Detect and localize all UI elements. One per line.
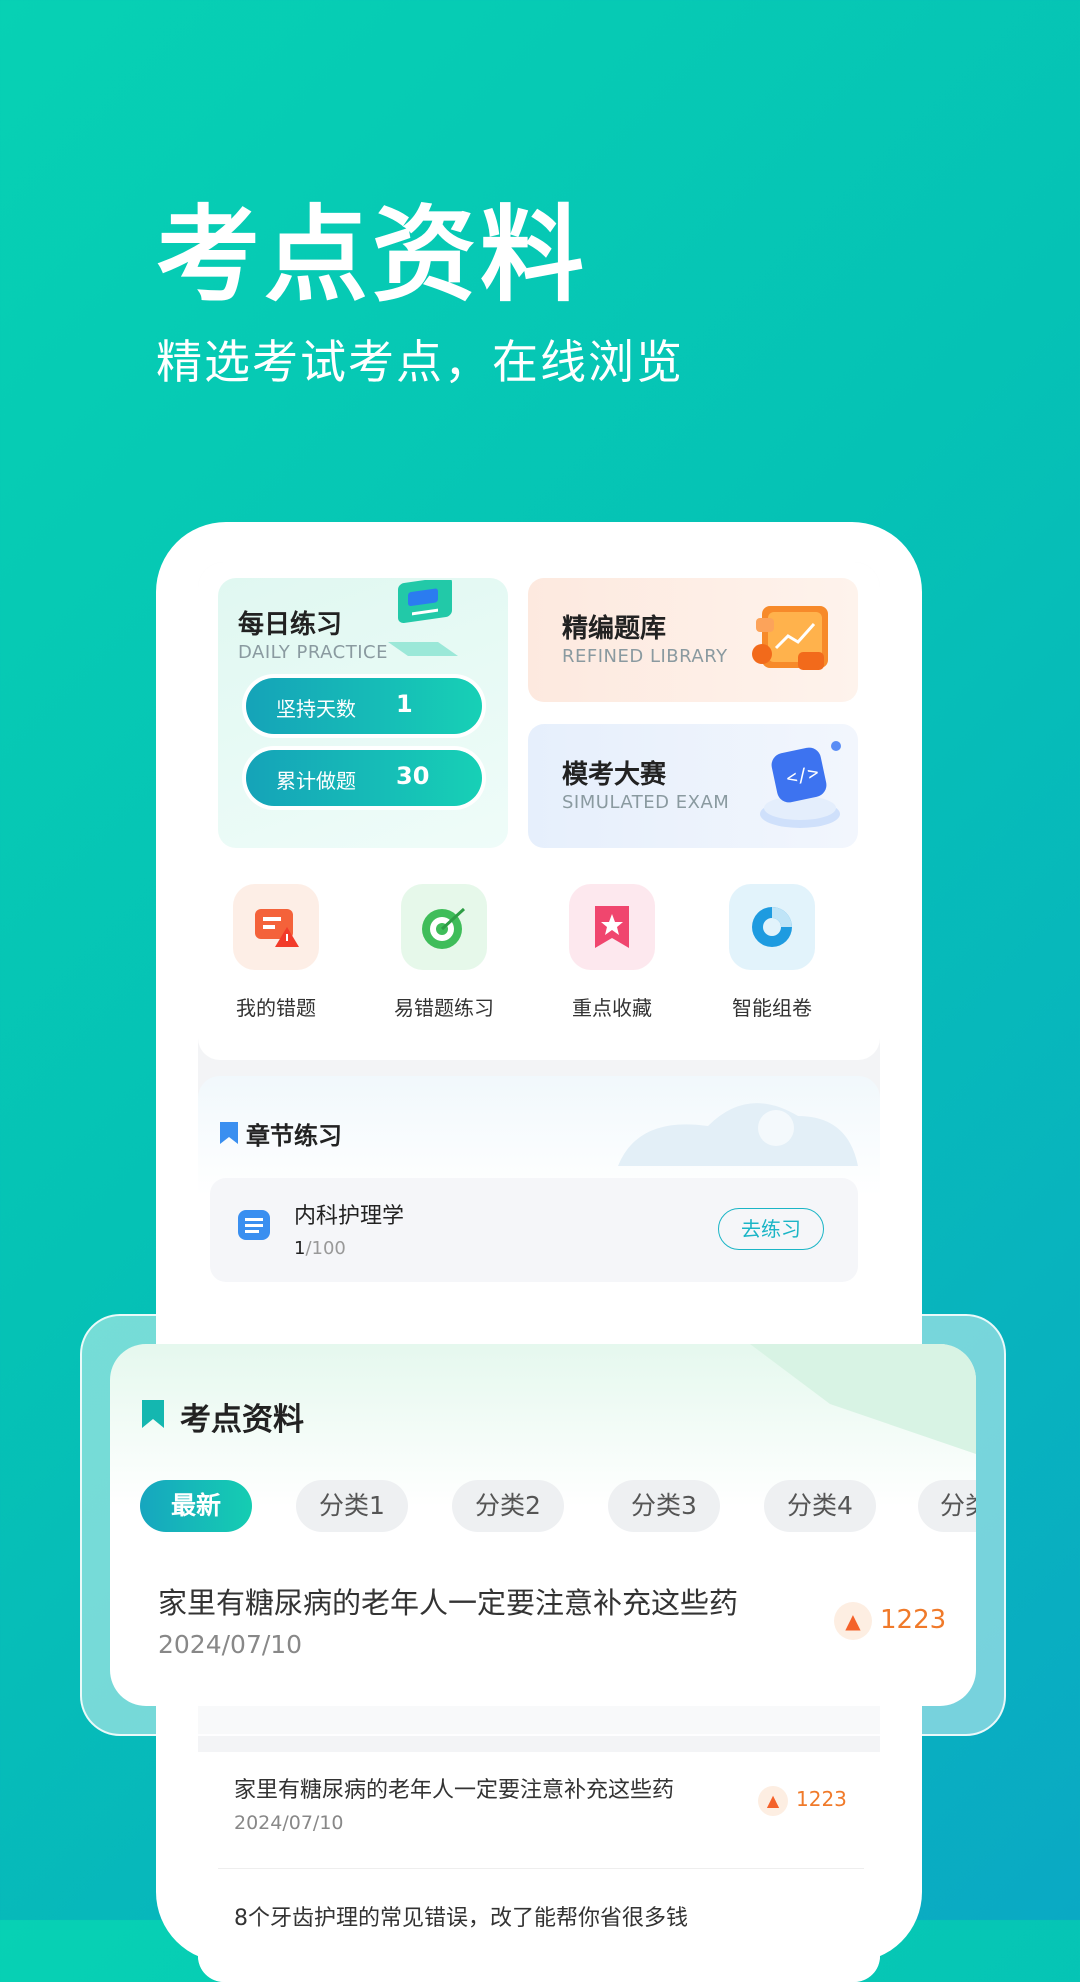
quick-error-prone-practice[interactable]: 易错题练习 [374, 884, 514, 1021]
fire-icon: ▲ [834, 1602, 872, 1640]
quick-key-favorites[interactable]: 重点收藏 [542, 884, 682, 1021]
code-cube-icon: </> [760, 741, 841, 828]
hero-title: 考点资料 [156, 194, 589, 316]
streak-days-value: 1 [396, 690, 413, 718]
cloud-decoration [618, 1103, 858, 1166]
chapter-progress-total: /100 [305, 1238, 346, 1259]
chapter-name: 内科护理学 [294, 1204, 405, 1229]
total-questions-label: 累计做题 [276, 769, 356, 793]
streak-days-pill: 坚持天数 1 [246, 678, 482, 734]
chapter-progress: 1/100 [294, 1238, 346, 1259]
featured-article-title: 家里有糖尿病的老年人一定要注意补充这些药 [158, 1586, 739, 1620]
document-icon [238, 1210, 270, 1240]
list-item-title: 8个牙齿护理的常见错误，改了能帮你省很多钱 [234, 1906, 688, 1931]
library-subtitle: REFINED LIBRARY [562, 646, 728, 667]
refined-library-card[interactable]: 精编题库 REFINED LIBRARY [528, 578, 858, 702]
list-divider [218, 1868, 864, 1869]
chapter-progress-done: 1 [294, 1238, 306, 1259]
daily-practice-card[interactable]: 每日练习 DAILY PRACTICE 坚持天数 1 累计做题 30 [218, 578, 508, 848]
list-item-views-count: 1223 [796, 1787, 847, 1811]
materials-floating-panel: 考点资料 最新 分类1 分类2 分类3 分类4 分类 家里有糖尿病的老年人一定要… [80, 1314, 1006, 1736]
library-title: 精编题库 [562, 614, 667, 644]
tab-category-2[interactable]: 分类2 [452, 1480, 564, 1532]
exam-subtitle: SIMULATED EXAM [562, 792, 730, 813]
go-practice-button[interactable]: 去练习 [718, 1208, 824, 1250]
exam-title: 模考大赛 [562, 760, 667, 790]
wrong-questions-icon [233, 884, 319, 970]
chapter-item[interactable]: 内科护理学 1/100 去练习 [210, 1178, 858, 1282]
quick-wrong-questions[interactable]: 我的错题 [206, 884, 346, 1021]
materials-card: 考点资料 最新 分类1 分类2 分类3 分类4 分类 家里有糖尿病的老年人一定要… [110, 1344, 976, 1706]
fire-icon: ▲ [758, 1786, 788, 1816]
bookmark-star-icon [569, 884, 655, 970]
daily-practice-title: 每日练习 [238, 610, 343, 640]
list-item-date: 2024/07/10 [234, 1812, 344, 1834]
bookmark-icon [220, 1122, 238, 1144]
list-item-title: 家里有糖尿病的老年人一定要注意补充这些药 [234, 1778, 675, 1803]
daily-practice-subtitle: DAILY PRACTICE [238, 642, 388, 663]
total-questions-value: 30 [396, 762, 430, 790]
article-list: 家里有糖尿病的老年人一定要注意补充这些药 2024/07/10 ▲ 1223 8个… [198, 1752, 880, 1982]
bookmark-icon [142, 1400, 164, 1428]
leaf-decoration [750, 1344, 976, 1454]
tab-category-4[interactable]: 分类4 [764, 1480, 876, 1532]
quick-smart-paper-label: 智能组卷 [732, 996, 812, 1020]
simulated-exam-card[interactable]: 模考大赛 SIMULATED EXAM </> [528, 724, 858, 848]
tab-category-1[interactable]: 分类1 [296, 1480, 408, 1532]
library-book-icon [752, 606, 828, 670]
quick-smart-paper[interactable]: 智能组卷 [702, 884, 842, 1021]
hero-subtitle: 精选考试考点，在线浏览 [156, 335, 684, 389]
target-icon [401, 884, 487, 970]
app-screen: 每日练习 DAILY PRACTICE 坚持天数 1 累计做题 30 精编题库 … [198, 562, 880, 1982]
tab-latest[interactable]: 最新 [140, 1480, 252, 1532]
featured-article-date: 2024/07/10 [158, 1630, 303, 1659]
phone-frame: 每日练习 DAILY PRACTICE 坚持天数 1 累计做题 30 精编题库 … [156, 522, 922, 1982]
featured-article-views: ▲ 1223 [834, 1602, 946, 1640]
featured-views-count: 1223 [880, 1605, 947, 1635]
list-item-views: ▲ 1223 [758, 1786, 847, 1816]
materials-title: 考点资料 [180, 1402, 304, 1438]
chapter-section-title: 章节练习 [246, 1122, 342, 1150]
tab-category-3[interactable]: 分类3 [608, 1480, 720, 1532]
tab-category-5[interactable]: 分类 [918, 1480, 976, 1532]
quick-wrong-questions-label: 我的错题 [236, 996, 316, 1020]
practice-panel: 每日练习 DAILY PRACTICE 坚持天数 1 累计做题 30 精编题库 … [198, 562, 880, 1060]
pie-chart-icon [729, 884, 815, 970]
total-questions-pill: 累计做题 30 [246, 750, 482, 806]
streak-days-label: 坚持天数 [276, 697, 356, 721]
laptop-icon [388, 580, 458, 656]
quick-key-favorites-label: 重点收藏 [572, 996, 652, 1020]
quick-error-prone-label: 易错题练习 [394, 996, 494, 1020]
